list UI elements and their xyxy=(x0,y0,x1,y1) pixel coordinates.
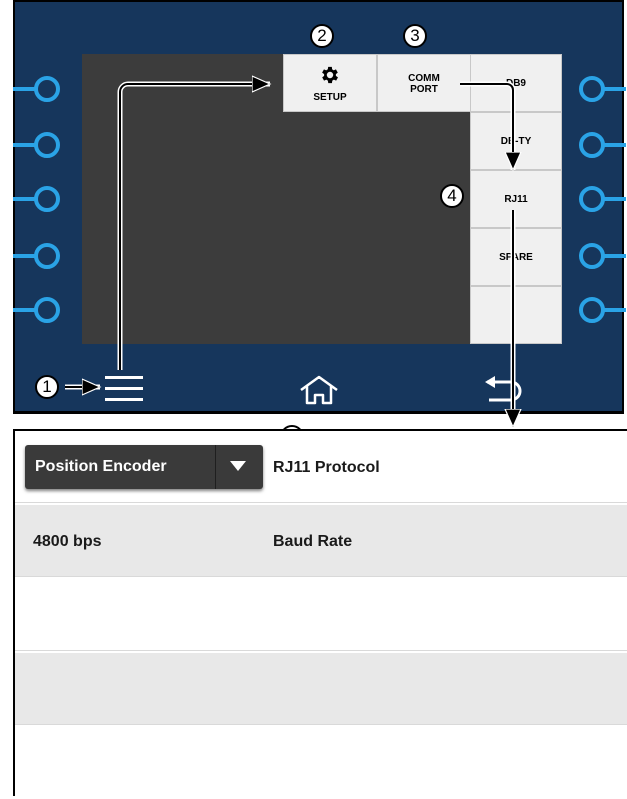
settings-row-empty xyxy=(15,727,627,799)
dropdown-divider xyxy=(215,445,216,489)
settings-row-empty xyxy=(15,579,627,651)
baud-rate-label: Baud Rate xyxy=(273,533,353,550)
callout-4: 4 xyxy=(440,184,464,208)
baud-rate-value: 4800 bps xyxy=(33,533,102,550)
settings-panel: Position Encoder RJ11 Protocol 4800 bps … xyxy=(13,429,627,796)
protocol-dropdown[interactable]: Position Encoder xyxy=(25,445,263,489)
settings-row-protocol: Position Encoder RJ11 Protocol xyxy=(15,431,627,503)
protocol-label: RJ11 Protocol xyxy=(273,459,380,476)
callout-3: 3 xyxy=(403,24,427,48)
settings-row-baud[interactable]: 4800 bps Baud Rate xyxy=(15,505,627,577)
settings-row-empty xyxy=(15,653,627,725)
callout-2: 2 xyxy=(310,24,334,48)
callout-1: 1 xyxy=(35,375,59,399)
chevron-down-icon xyxy=(230,461,246,471)
protocol-dropdown-value: Position Encoder xyxy=(35,458,167,475)
